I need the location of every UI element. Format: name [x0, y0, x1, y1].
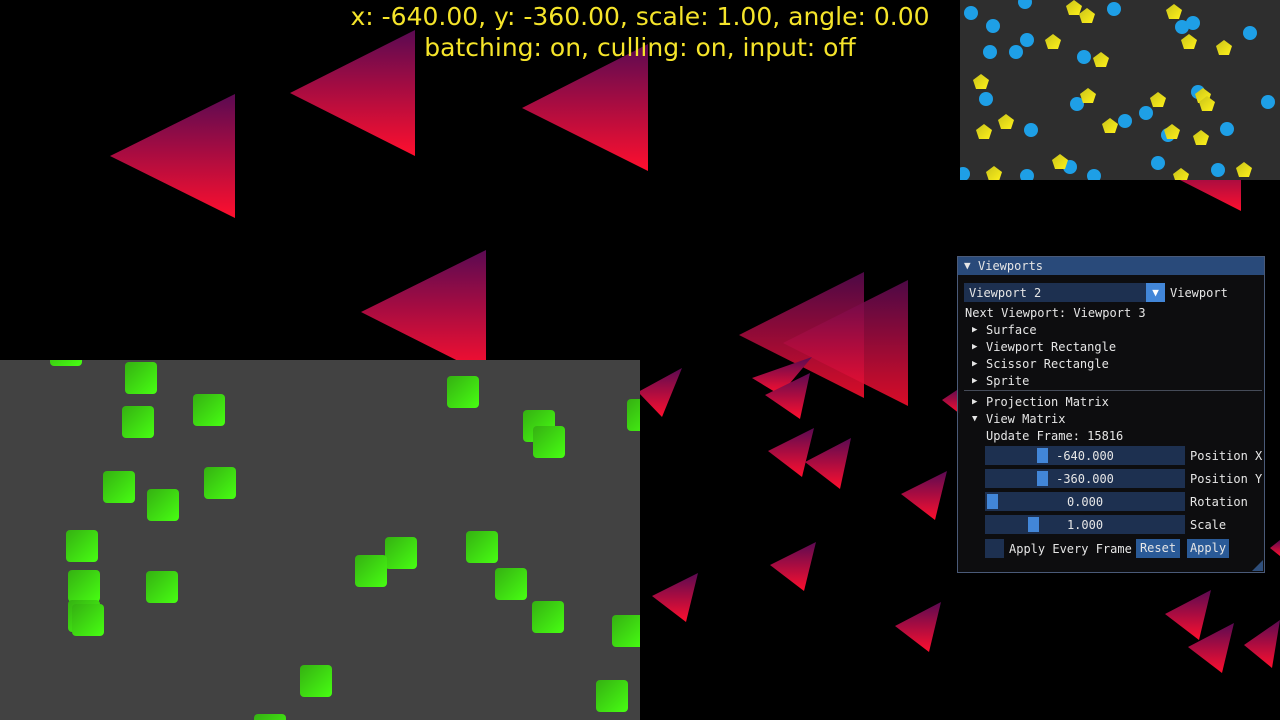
slider-label: Position Y — [1190, 472, 1263, 486]
viewport-combo-value: Viewport 2 — [969, 286, 1042, 300]
position-x-slider[interactable]: -640.000 — [985, 446, 1185, 465]
tree-arrow-right-icon[interactable]: ▶ — [972, 395, 977, 409]
tree-node-surface[interactable]: Surface — [986, 323, 1037, 337]
window-titlebar[interactable]: ▼ Viewports — [958, 257, 1264, 275]
slider-value: -640.000 — [1056, 449, 1114, 463]
tree-node-projection-matrix[interactable]: Projection Matrix — [986, 395, 1109, 409]
render-flags-text: batching: on, culling: on, input: off — [424, 33, 856, 62]
slider-label: Rotation — [1190, 495, 1248, 509]
tree-node-sprite[interactable]: Sprite — [986, 374, 1029, 388]
apply-every-frame-label: Apply Every Frame — [1009, 542, 1132, 556]
reset-button[interactable]: Reset — [1136, 539, 1180, 558]
tree-node-view-matrix[interactable]: View Matrix — [986, 412, 1065, 426]
slider-value: 1.000 — [1066, 518, 1104, 532]
resize-grip-icon[interactable] — [1252, 560, 1263, 571]
slider-value: -360.000 — [1056, 472, 1114, 486]
chevron-down-icon[interactable]: ▼ — [1146, 283, 1165, 302]
position-y-slider[interactable]: -360.000 — [985, 469, 1185, 488]
slider-label: Scale — [1190, 518, 1227, 532]
tree-node-viewport-rectangle[interactable]: Viewport Rectangle — [986, 340, 1116, 354]
camera-status-text: x: -640.00, y: -360.00, scale: 1.00, ang… — [350, 2, 930, 31]
tree-arrow-right-icon[interactable]: ▶ — [972, 357, 977, 371]
apply-every-frame-checkbox[interactable] — [985, 539, 1004, 558]
slider-label: Position X — [1190, 449, 1263, 463]
rotation-slider[interactable]: 0.000 — [985, 492, 1185, 511]
tree-arrow-right-icon[interactable]: ▶ — [972, 374, 977, 388]
tree-arrow-down-icon[interactable]: ▼ — [972, 412, 977, 426]
tree-node-scissor-rectangle[interactable]: Scissor Rectangle — [986, 357, 1109, 371]
viewport-combo-label: Viewport — [1170, 286, 1228, 300]
viewport-green-squares — [0, 360, 640, 720]
viewports-window[interactable]: ▼ Viewports Viewport 2 ▼ Viewport Next V… — [957, 256, 1265, 573]
collapse-arrow-icon[interactable]: ▼ — [964, 259, 971, 272]
tree-arrow-right-icon[interactable]: ▶ — [972, 340, 977, 354]
next-viewport-text: Next Viewport: Viewport 3 — [965, 306, 1146, 320]
separator — [964, 390, 1262, 391]
window-title: Viewports — [978, 259, 1044, 273]
tree-arrow-right-icon[interactable]: ▶ — [972, 323, 977, 337]
update-frame-text: Update Frame: 15816 — [986, 429, 1124, 443]
slider-value: 0.000 — [1066, 495, 1104, 509]
apply-button[interactable]: Apply — [1187, 539, 1229, 558]
viewport-combo[interactable]: Viewport 2 ▼ — [964, 283, 1165, 302]
scale-slider[interactable]: 1.000 — [985, 515, 1185, 534]
